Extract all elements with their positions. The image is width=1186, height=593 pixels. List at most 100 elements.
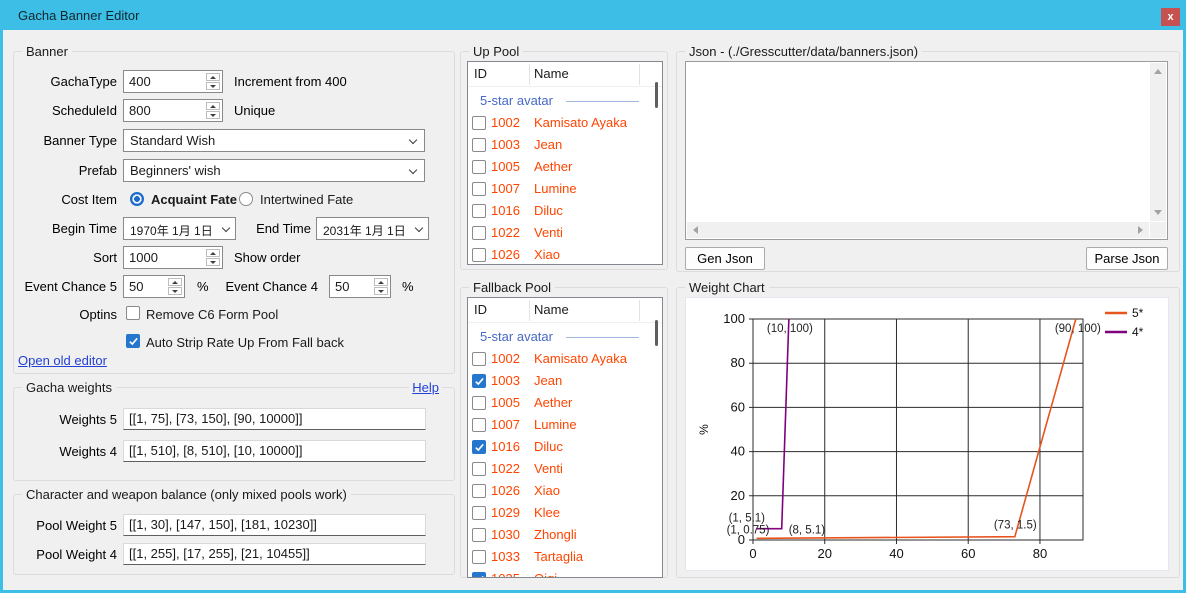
auto-strip-label[interactable]: Auto Strip Rate Up From Fall back bbox=[146, 335, 344, 350]
pool-row[interactable]: 1005Aether bbox=[468, 392, 662, 414]
spinner-up-button[interactable] bbox=[206, 102, 220, 110]
pool-weight5-input[interactable]: [[1, 30], [147, 150], [181, 10230]] bbox=[123, 514, 426, 536]
scroll-up-icon[interactable] bbox=[1154, 69, 1162, 74]
remove-c6-checkbox[interactable] bbox=[126, 306, 140, 320]
pool-row[interactable]: 1035Qiqi bbox=[468, 568, 662, 578]
json-vertical-scrollbar[interactable] bbox=[1150, 63, 1166, 221]
pool-row[interactable]: 1033Tartaglia bbox=[468, 546, 662, 568]
row-id: 1005 bbox=[491, 159, 520, 174]
row-checkbox[interactable] bbox=[472, 418, 486, 432]
pool-row[interactable]: 1022Venti bbox=[468, 222, 662, 244]
row-checkbox[interactable] bbox=[472, 116, 486, 130]
x-tick-label: 60 bbox=[961, 546, 975, 561]
event-chance4-value: 50 bbox=[335, 279, 349, 294]
row-checkbox[interactable] bbox=[472, 160, 486, 174]
gachatype-spinner[interactable]: 400 bbox=[123, 70, 223, 93]
row-checkbox[interactable] bbox=[472, 396, 486, 410]
auto-strip-checkbox[interactable] bbox=[126, 334, 140, 348]
row-checkbox[interactable] bbox=[472, 506, 486, 520]
pool-row[interactable]: 1026Xiao bbox=[468, 244, 662, 265]
spinner-up-button[interactable] bbox=[206, 249, 220, 257]
json-textarea[interactable] bbox=[685, 61, 1168, 240]
weights4-input[interactable]: [[1, 510], [8, 510], [10, 10000]] bbox=[123, 440, 426, 462]
parse-json-button[interactable]: Parse Json bbox=[1086, 247, 1168, 270]
title-bar[interactable]: Gacha Banner Editor x bbox=[0, 0, 1186, 30]
banner-group: Banner GachaType 400 Increment from 400 … bbox=[13, 51, 455, 374]
pool-row[interactable]: 1026Xiao bbox=[468, 480, 662, 502]
weight-chart-group-label: Weight Chart bbox=[685, 280, 769, 295]
row-checkbox[interactable] bbox=[472, 528, 486, 542]
row-name: Diluc bbox=[534, 203, 563, 218]
spinner-down-button[interactable] bbox=[206, 111, 220, 119]
chart-annotation: (10, 100) bbox=[767, 323, 813, 335]
fallback-pool-list[interactable]: ID Name 5-star avatar 1002Kamisato Ayaka… bbox=[467, 297, 663, 578]
pool-row[interactable]: 1005Aether bbox=[468, 156, 662, 178]
row-name: Tartaglia bbox=[534, 549, 583, 564]
pool-row[interactable]: 1022Venti bbox=[468, 458, 662, 480]
spinner-down-button[interactable] bbox=[168, 287, 182, 295]
spinner-down-button[interactable] bbox=[206, 82, 220, 90]
pool-row[interactable]: 1030Zhongli bbox=[468, 524, 662, 546]
open-old-editor-link[interactable]: Open old editor bbox=[18, 353, 107, 368]
acquaint-fate-radio[interactable] bbox=[130, 192, 144, 206]
pool-row[interactable]: 1003Jean bbox=[468, 134, 662, 156]
scroll-left-icon[interactable] bbox=[693, 226, 698, 234]
sort-spinner[interactable]: 1000 bbox=[123, 246, 223, 269]
pool-row[interactable]: 1002Kamisato Ayaka bbox=[468, 348, 662, 370]
pool-row[interactable]: 1016Diluc bbox=[468, 436, 662, 458]
event-chance4-spinner[interactable]: 50 bbox=[329, 275, 391, 298]
pool-row[interactable]: 1002Kamisato Ayaka bbox=[468, 112, 662, 134]
pool-row[interactable]: 1007Lumine bbox=[468, 414, 662, 436]
weights5-input[interactable]: [[1, 75], [73, 150], [90, 10000]] bbox=[123, 408, 426, 430]
row-checkbox[interactable] bbox=[472, 484, 486, 498]
row-checkbox[interactable] bbox=[472, 440, 486, 454]
event-chance5-spinner[interactable]: 50 bbox=[123, 275, 185, 298]
spinner-down-button[interactable] bbox=[374, 287, 388, 295]
banner-type-combobox[interactable]: Standard Wish bbox=[123, 129, 425, 152]
pool-row[interactable]: 1016Diluc bbox=[468, 200, 662, 222]
row-id: 1026 bbox=[491, 483, 520, 498]
end-time-picker[interactable]: 2031年 1月 1日 bbox=[316, 217, 429, 240]
row-id: 1002 bbox=[491, 115, 520, 130]
scroll-right-icon[interactable] bbox=[1138, 226, 1143, 234]
acquaint-fate-label[interactable]: Acquaint Fate bbox=[151, 192, 237, 207]
up-pool-list[interactable]: ID Name 5-star avatar 1002Kamisato Ayaka… bbox=[467, 61, 663, 265]
pool-row[interactable]: 1003Jean bbox=[468, 370, 662, 392]
remove-c6-label[interactable]: Remove C6 Form Pool bbox=[146, 307, 278, 322]
arrow-down-icon bbox=[210, 85, 216, 88]
gen-json-button[interactable]: Gen Json bbox=[685, 247, 765, 270]
spinner-up-button[interactable] bbox=[168, 278, 182, 286]
row-checkbox[interactable] bbox=[472, 550, 486, 564]
intertwined-fate-label[interactable]: Intertwined Fate bbox=[260, 192, 353, 207]
scrollbar-thumb[interactable] bbox=[655, 82, 658, 108]
scroll-down-icon[interactable] bbox=[1154, 210, 1162, 215]
intertwined-fate-radio[interactable] bbox=[239, 192, 253, 206]
bannertype-label: Banner Type bbox=[17, 133, 117, 148]
weight-chart-group: Weight Chart 020406080020406080100%(10, … bbox=[676, 287, 1180, 578]
close-button[interactable]: x bbox=[1161, 8, 1180, 26]
pool-weight4-input[interactable]: [[1, 255], [17, 255], [21, 10455]] bbox=[123, 543, 426, 565]
y-tick-label: 40 bbox=[731, 444, 745, 459]
row-checkbox[interactable] bbox=[472, 182, 486, 196]
json-horizontal-scrollbar[interactable] bbox=[687, 222, 1149, 238]
scrollbar-thumb[interactable] bbox=[655, 320, 658, 346]
scheduleid-spinner[interactable]: 800 bbox=[123, 99, 223, 122]
pool-row[interactable]: 1029Klee bbox=[468, 502, 662, 524]
spinner-up-button[interactable] bbox=[374, 278, 388, 286]
row-checkbox[interactable] bbox=[472, 138, 486, 152]
row-checkbox[interactable] bbox=[472, 226, 486, 240]
prefab-combobox[interactable]: Beginners' wish bbox=[123, 159, 425, 182]
row-checkbox[interactable] bbox=[472, 248, 486, 262]
spinner-up-button[interactable] bbox=[206, 73, 220, 81]
prefab-value: Beginners' wish bbox=[130, 163, 221, 178]
spinner-down-button[interactable] bbox=[206, 258, 220, 266]
row-checkbox[interactable] bbox=[472, 572, 486, 578]
row-checkbox[interactable] bbox=[472, 462, 486, 476]
row-checkbox[interactable] bbox=[472, 374, 486, 388]
row-checkbox[interactable] bbox=[472, 352, 486, 366]
row-id: 1022 bbox=[491, 225, 520, 240]
row-id: 1007 bbox=[491, 417, 520, 432]
help-link[interactable]: Help bbox=[409, 380, 442, 395]
pool-row[interactable]: 1007Lumine bbox=[468, 178, 662, 200]
row-checkbox[interactable] bbox=[472, 204, 486, 218]
